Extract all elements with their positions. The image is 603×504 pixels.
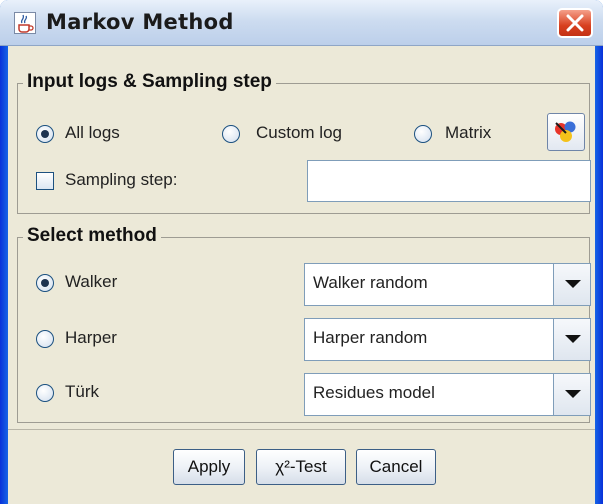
chi-square-test-button[interactable]: χ²-Test xyxy=(256,449,346,485)
select-method-legend: Select method xyxy=(23,225,161,247)
apply-button-label: Apply xyxy=(187,457,231,476)
matrix-radio[interactable] xyxy=(414,125,432,143)
cancel-button[interactable]: Cancel xyxy=(356,449,436,485)
color-chooser-icon xyxy=(555,121,576,142)
window-title: Markov Method xyxy=(46,10,234,34)
title-bar[interactable]: Markov Method xyxy=(0,0,603,46)
turk-label: Türk xyxy=(65,382,99,401)
harper-model-select[interactable]: Harper random xyxy=(304,318,591,361)
apply-button[interactable]: Apply xyxy=(173,449,245,485)
harper-label: Harper xyxy=(65,328,117,347)
custom-log-radio[interactable] xyxy=(222,125,240,143)
custom-log-label: Custom log xyxy=(256,123,342,142)
chi-square-test-button-label: χ²-Test xyxy=(275,457,327,476)
chevron-down-icon xyxy=(565,390,581,398)
harper-model-value: Harper random xyxy=(313,328,428,347)
chevron-down-icon xyxy=(565,335,581,343)
turk-model-value: Residues model xyxy=(313,383,435,402)
walker-model-select[interactable]: Walker random xyxy=(304,263,591,306)
harper-radio[interactable] xyxy=(36,330,54,348)
input-logs-legend: Input logs & Sampling step xyxy=(23,71,276,93)
all-logs-radio[interactable] xyxy=(36,125,54,143)
button-bar-separator xyxy=(8,429,595,430)
java-cup-icon xyxy=(14,12,36,34)
walker-dropdown-arrow[interactable] xyxy=(553,264,590,305)
window-frame-left xyxy=(0,46,8,504)
walker-label: Walker xyxy=(65,272,118,291)
matrix-label: Matrix xyxy=(445,123,492,142)
turk-model-select[interactable]: Residues model xyxy=(304,373,591,416)
chevron-down-icon xyxy=(565,280,581,288)
harper-dropdown-arrow[interactable] xyxy=(553,319,590,360)
walker-model-value: Walker random xyxy=(313,273,428,292)
cancel-button-label: Cancel xyxy=(369,457,423,476)
turk-dropdown-arrow[interactable] xyxy=(553,374,590,415)
all-logs-label: All logs xyxy=(65,123,120,142)
color-chooser-button[interactable] xyxy=(547,113,585,151)
close-icon xyxy=(566,14,584,32)
sampling-step-label: Sampling step: xyxy=(65,170,178,189)
walker-radio[interactable] xyxy=(36,274,54,292)
close-button[interactable] xyxy=(557,8,593,38)
sampling-step-input[interactable] xyxy=(307,160,591,202)
sampling-step-checkbox[interactable] xyxy=(36,172,54,190)
window-frame-right xyxy=(595,46,603,504)
turk-radio[interactable] xyxy=(36,384,54,402)
markov-method-dialog: Markov Method Input logs & Sampling step… xyxy=(0,0,603,504)
